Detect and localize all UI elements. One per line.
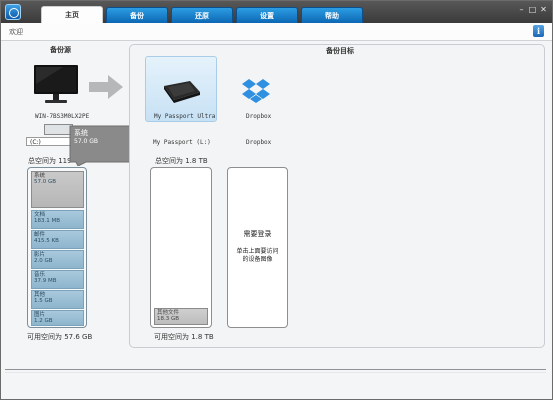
- tooltip-value: 57.0 GB: [74, 138, 99, 145]
- external-drive-icon: [164, 81, 200, 103]
- wd-logo-icon: [5, 4, 21, 20]
- source-usage-column: 系统 57.0 GB 文档 183.1 MB 邮件 415.5 KB 影片 2.0 GB…: [27, 167, 87, 328]
- computer-name: WIN-7BS3M0LX2PE: [35, 113, 90, 120]
- source-heading: 备份源: [50, 46, 71, 54]
- usage-segment-other[interactable]: 其他 1.5 GB: [31, 290, 84, 309]
- close-icon[interactable]: ✕: [539, 5, 548, 14]
- usage-segment-pictures[interactable]: 图片 1.2 GB: [31, 310, 84, 326]
- passport-drive-label: My Passport (L:): [153, 139, 211, 146]
- bottom-divider: [5, 369, 546, 373]
- usage-segment-movies[interactable]: 影片 2.0 GB: [31, 250, 84, 269]
- passport-available-space: 可用空间为 1.8 TB: [154, 333, 214, 341]
- maximize-icon[interactable]: □: [528, 5, 537, 14]
- usage-segment-mail[interactable]: 邮件 415.5 KB: [31, 230, 84, 249]
- tab-backup[interactable]: 备份: [106, 7, 168, 23]
- target-heading: 备份目标: [326, 47, 354, 55]
- subheader-bar: 欢迎 i: [1, 23, 552, 41]
- tab-settings[interactable]: 设置: [236, 7, 298, 23]
- computer-monitor-icon[interactable]: [33, 64, 79, 108]
- dropbox-drive-label: Dropbox: [246, 139, 272, 146]
- tab-restore[interactable]: 还原: [171, 7, 233, 23]
- backup-direction-arrow-icon: [89, 75, 123, 99]
- page-title: 欢迎: [9, 28, 23, 36]
- top-navigation-bar: 主页 备份 还原 设置 帮助 – □ ✕: [1, 1, 552, 24]
- device-name-passport: My Passport Ultra: [154, 113, 216, 120]
- minimize-icon[interactable]: –: [517, 5, 526, 14]
- passport-total-space: 总空间为 1.8 TB: [155, 157, 208, 165]
- usage-segment-music[interactable]: 音乐 37.9 MB: [31, 270, 84, 289]
- tooltip-background: [69, 125, 131, 166]
- dropbox-login-column[interactable]: 需要登录 单击上面要访问的设备图像: [227, 167, 288, 328]
- tab-home[interactable]: 主页: [41, 6, 103, 24]
- passport-usage-column: 其他文件 18.3 GB: [150, 167, 212, 328]
- device-name-dropbox: Dropbox: [246, 113, 272, 120]
- tab-help[interactable]: 帮助: [301, 7, 363, 23]
- usage-segment-system[interactable]: 系统 57.0 GB: [31, 171, 84, 208]
- usage-segment-documents[interactable]: 文档 183.1 MB: [31, 210, 84, 229]
- usage-segment-other-files[interactable]: 其他文件 18.3 GB: [154, 308, 208, 325]
- dropbox-login-hint: 单击上面要访问的设备图像: [236, 248, 279, 263]
- info-icon[interactable]: i: [533, 25, 544, 37]
- source-available-space: 可用空间为 57.6 GB: [27, 333, 93, 341]
- dropbox-icon[interactable]: [242, 78, 270, 104]
- dropbox-login-title: 需要登录: [243, 230, 272, 238]
- tooltip-title: 系统: [74, 129, 88, 137]
